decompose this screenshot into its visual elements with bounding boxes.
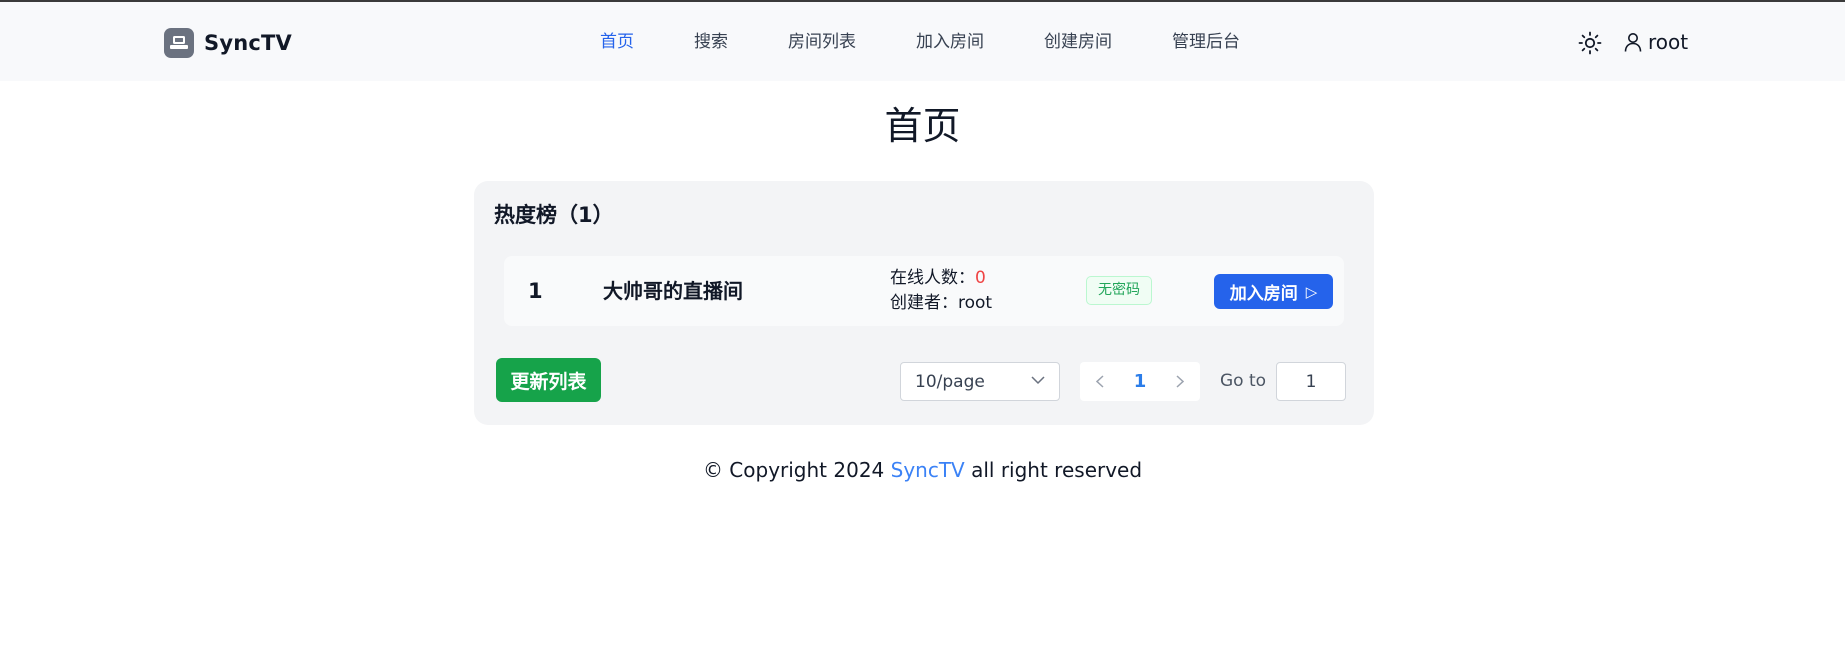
user-icon — [1624, 33, 1642, 52]
footer-copyright: © Copyright 2024 — [702, 458, 885, 482]
creator-line: 创建者：root — [890, 291, 992, 316]
brand-link[interactable]: SyncTV — [164, 27, 292, 59]
room-meta: 在线人数：0 创建者：root — [890, 266, 992, 316]
join-room-label: 加入房间 — [1229, 284, 1298, 304]
footer-rights: all right reserved — [971, 458, 1143, 482]
username: root — [1648, 30, 1689, 54]
goto-page-input[interactable] — [1276, 362, 1346, 401]
sun-icon — [1578, 31, 1602, 55]
pagination: 1 — [1080, 362, 1200, 401]
online-count-line: 在线人数：0 — [890, 266, 992, 291]
page-size-value: 10/page — [915, 371, 985, 392]
online-count-value: 0 — [975, 268, 986, 288]
creator-value: root — [958, 293, 993, 313]
chevron-right-icon — [1176, 375, 1184, 388]
room-row: 1 大帅哥的直播间 在线人数：0 创建者：root 无密码 加入房间 ▷ — [504, 256, 1344, 326]
prev-page-button[interactable] — [1080, 362, 1120, 401]
nav-join-room[interactable]: 加入房间 — [916, 29, 984, 55]
nav-admin[interactable]: 管理后台 — [1172, 29, 1240, 55]
hot-list-card: 热度榜（1） 1 大帅哥的直播间 在线人数：0 创建者：root 无密码 加入房… — [474, 181, 1374, 425]
user-menu[interactable]: root — [1624, 29, 1688, 55]
join-room-button[interactable]: 加入房间 ▷ — [1214, 274, 1333, 309]
room-name: 大帅哥的直播间 — [603, 279, 743, 303]
nav-home[interactable]: 首页 — [600, 29, 634, 55]
brand-name: SyncTV — [204, 31, 292, 55]
footer: © Copyright 2024 SyncTV all right reserv… — [0, 456, 1845, 484]
hot-list-title: 热度榜（1） — [494, 203, 614, 227]
tv-logo-icon — [164, 28, 194, 58]
play-icon: ▷ — [1305, 282, 1318, 301]
top-navbar: SyncTV 首页 搜索 房间列表 加入房间 创建房间 管理后台 root — [0, 2, 1845, 81]
page-number-current[interactable]: 1 — [1120, 371, 1160, 392]
chevron-left-icon — [1096, 375, 1104, 388]
creator-label: 创建者： — [890, 293, 958, 313]
footer-synctv-link[interactable]: SyncTV — [891, 458, 965, 482]
goto-label: Go to — [1220, 371, 1267, 391]
nav-search[interactable]: 搜索 — [694, 29, 728, 55]
page-title: 首页 — [884, 104, 961, 148]
refresh-list-button[interactable]: 更新列表 — [496, 358, 601, 402]
online-count-label: 在线人数： — [890, 268, 975, 288]
room-rank: 1 — [528, 279, 543, 303]
nav-create-room[interactable]: 创建房间 — [1044, 29, 1112, 55]
chevron-down-icon — [1031, 376, 1045, 385]
next-page-button[interactable] — [1160, 362, 1200, 401]
main-nav: 首页 搜索 房间列表 加入房间 创建房间 管理后台 — [600, 29, 1300, 55]
theme-toggle-button[interactable] — [1578, 31, 1602, 55]
page-size-select[interactable]: 10/page — [900, 362, 1060, 401]
nav-room-list[interactable]: 房间列表 — [788, 29, 856, 55]
no-password-badge: 无密码 — [1086, 276, 1152, 305]
